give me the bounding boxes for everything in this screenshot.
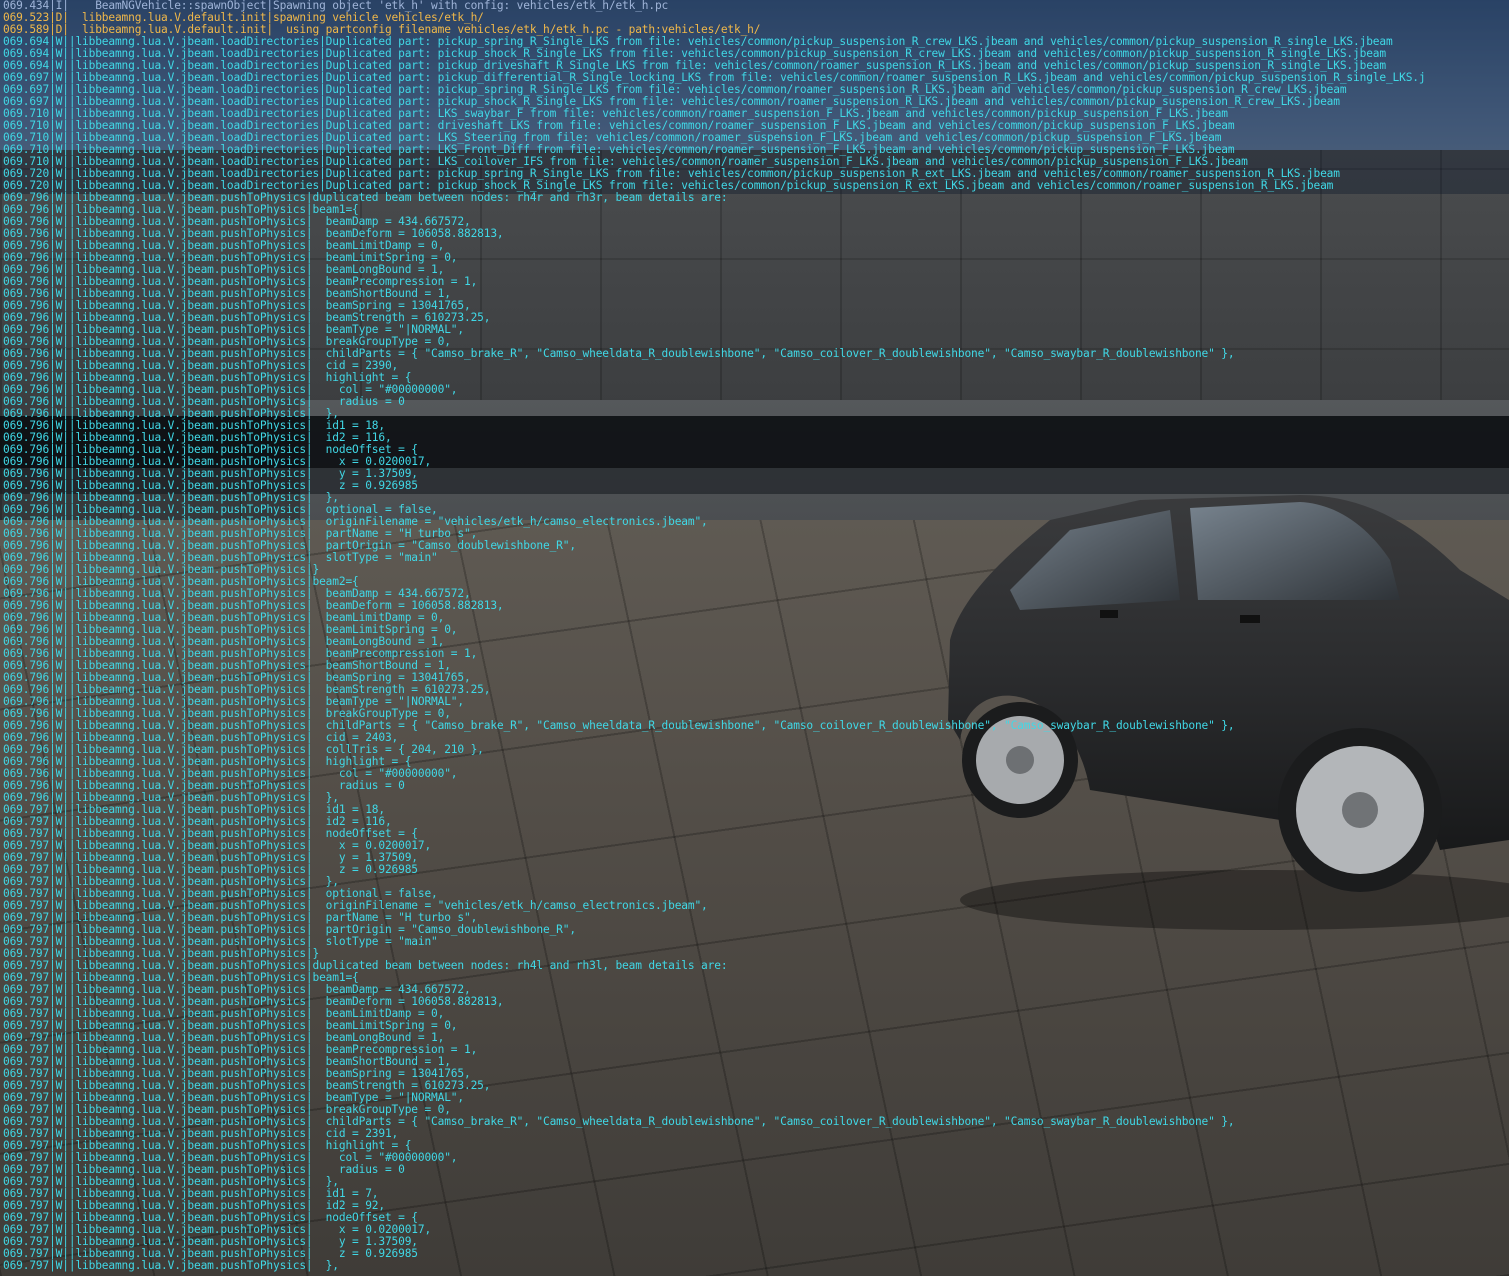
log-lines: 069.434|I| BeamNGVehicle::spawnObject|Sp… xyxy=(0,0,1509,1272)
console-log-panel[interactable]: 069.434|I| BeamNGVehicle::spawnObject|Sp… xyxy=(0,0,1509,1276)
log-line: 069.797|W||libbeamng.lua.V.jbeam.pushToP… xyxy=(3,1259,339,1272)
